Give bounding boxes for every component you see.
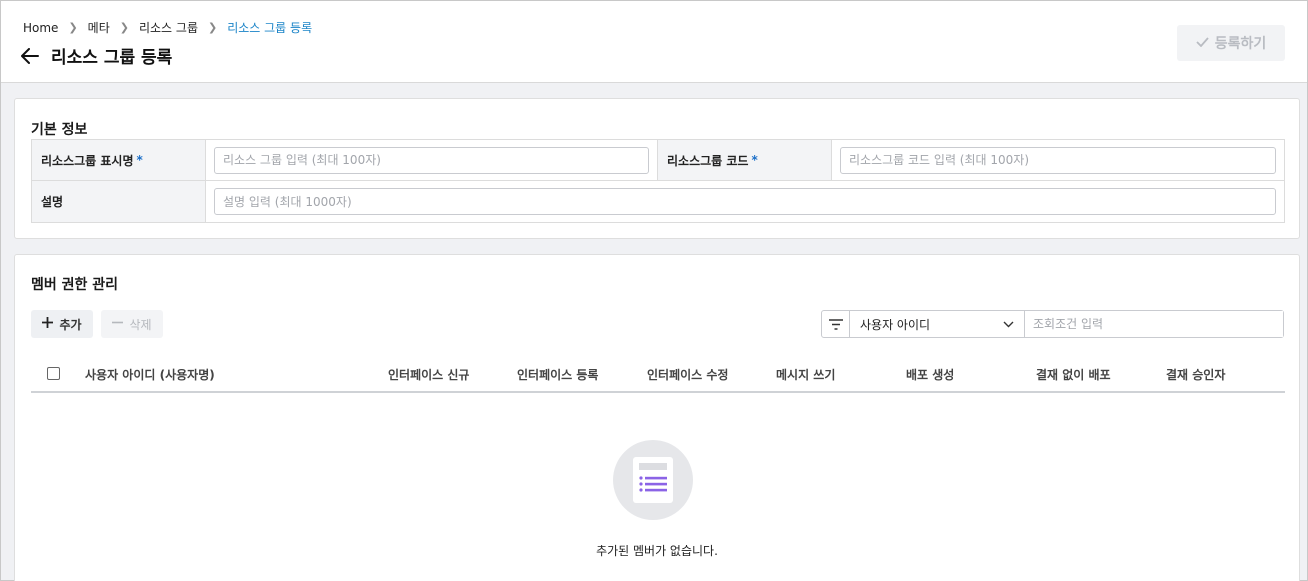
back-arrow-icon[interactable] [21,46,41,66]
add-button-label: 추가 [59,317,82,332]
column-interface-register[interactable]: 인터페이스 등록 [517,366,598,383]
basic-info-card: 기본 정보 리소스그룹 표시명* 리소스그룹 코드* 설명 [14,98,1300,239]
select-all-checkbox[interactable] [47,367,60,380]
member-table-header: 사용자 아이디 (사용자명) 인터페이스 신규 인터페이스 등록 인터페이스 수… [31,355,1285,393]
register-button-label: 등록하기 [1214,36,1267,52]
delete-member-button[interactable]: 삭제 [101,310,163,338]
chevron-down-icon [1003,317,1014,331]
register-button[interactable]: 등록하기 [1177,25,1285,61]
filter-field-value: 사용자 아이디 [860,317,931,332]
column-message-write[interactable]: 메시지 쓰기 [776,366,835,383]
page-title: 리소스 그룹 등록 [51,48,173,68]
breadcrumb-meta[interactable]: 메타 [88,19,110,36]
filter-field-select[interactable]: 사용자 아이디 [850,311,1025,337]
column-interface-new[interactable]: 인터페이스 신규 [388,366,469,383]
check-icon [1196,35,1209,51]
member-section-title: 멤버 권한 관리 [31,277,119,293]
code-label-text: 리소스그룹 코드 [667,153,749,168]
description-label: 설명 [32,181,206,222]
add-member-button[interactable]: 추가 [31,310,93,338]
required-mark: * [751,153,758,167]
page-header: Home ❯ 메타 ❯ 리소스 그룹 ❯ 리소스 그룹 등록 리소스 그룹 등록… [1,1,1307,83]
empty-list-icon [613,440,693,520]
member-permission-card: 멤버 권한 관리 추가 삭제 사용자 아이디 사용자 아이디 (사용자명) 인터… [14,254,1300,581]
code-label: 리소스그룹 코드 * [658,140,832,180]
breadcrumb-resource-group[interactable]: 리소스 그룹 [139,19,198,36]
basic-info-title: 기본 정보 [31,122,88,138]
minus-icon [112,317,124,331]
search-filter: 사용자 아이디 [821,310,1284,338]
display-name-label-text: 리소스그룹 표시명 [41,153,134,168]
chevron-right-icon: ❯ [68,21,78,34]
chevron-right-icon: ❯ [119,21,129,34]
column-user-id[interactable]: 사용자 아이디 (사용자명) [85,366,215,383]
filter-icon[interactable] [822,311,850,337]
breadcrumb: Home ❯ 메타 ❯ 리소스 그룹 ❯ 리소스 그룹 등록 [23,19,312,36]
chevron-right-icon: ❯ [207,21,218,34]
column-interface-edit[interactable]: 인터페이스 수정 [647,366,728,383]
empty-message: 추가된 멤버가 없습니다. [596,544,718,558]
required-mark: * [136,153,143,167]
basic-info-form: 리소스그룹 표시명* 리소스그룹 코드* 설명 [31,139,1285,223]
display-name-input[interactable] [214,146,649,174]
delete-button-label: 삭제 [129,317,152,332]
search-input[interactable] [1025,311,1283,337]
plus-icon [42,317,54,331]
breadcrumb-current: 리소스 그룹 등록 [227,21,313,35]
breadcrumb-home[interactable]: Home [23,21,58,35]
description-input[interactable] [214,188,1276,215]
description-label-text: 설명 [41,195,64,209]
code-input[interactable] [840,146,1276,174]
column-deploy-no-approval[interactable]: 결재 없이 배포 [1036,366,1111,383]
column-deploy-create[interactable]: 배포 생성 [906,366,954,383]
display-name-label: 리소스그룹 표시명 * [32,140,206,180]
column-approver[interactable]: 결재 승인자 [1166,366,1225,383]
